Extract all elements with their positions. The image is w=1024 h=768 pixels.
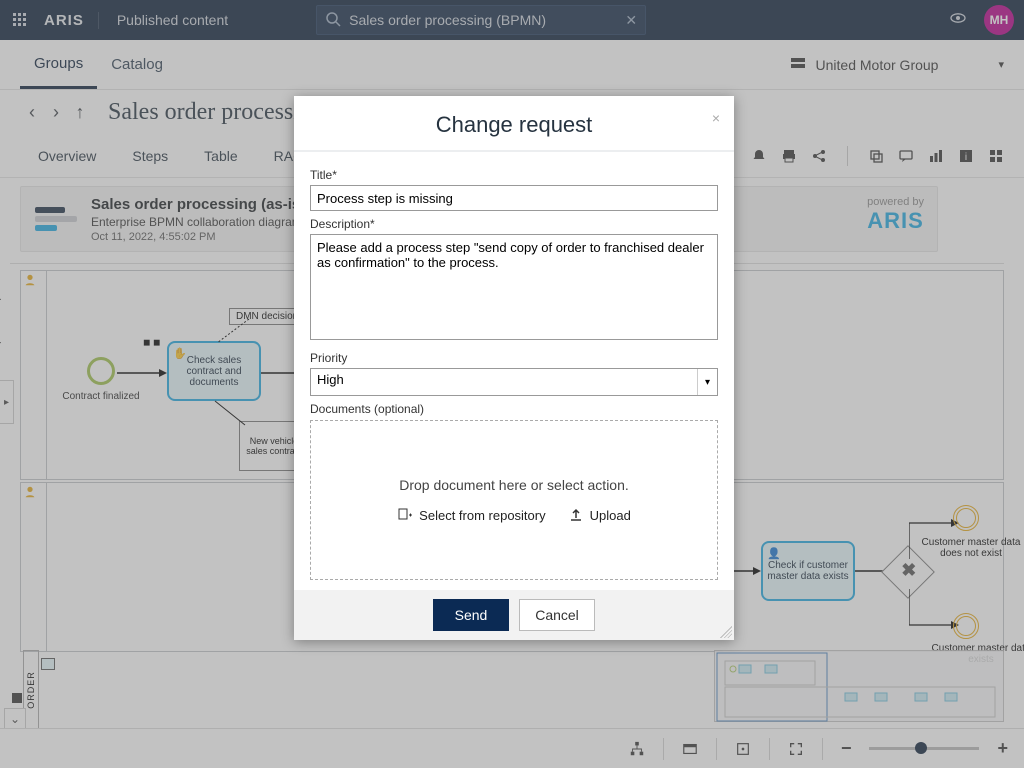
title-input[interactable] <box>310 185 718 211</box>
modal-title: Change request <box>436 112 593 137</box>
title-field-label: Title* <box>310 168 718 182</box>
dropzone-text: Drop document here or select action. <box>399 477 629 493</box>
repository-icon <box>397 507 413 523</box>
documents-field-label: Documents (optional) <box>310 402 718 416</box>
change-request-modal: Change request × Title* Description* Pri… <box>294 96 734 640</box>
priority-value: High <box>317 372 344 387</box>
upload-button[interactable]: Upload <box>568 507 631 523</box>
description-field-label: Description* <box>310 217 718 231</box>
priority-select[interactable]: High ▾ <box>310 368 718 396</box>
select-from-repository-button[interactable]: Select from repository <box>397 507 545 523</box>
cancel-button[interactable]: Cancel <box>519 599 595 631</box>
send-button[interactable]: Send <box>433 599 509 631</box>
chevron-down-icon: ▾ <box>697 369 717 395</box>
documents-dropzone[interactable]: Drop document here or select action. Sel… <box>310 420 718 580</box>
resize-handle-icon[interactable] <box>720 626 732 638</box>
modal-close-icon[interactable]: × <box>712 110 720 126</box>
description-textarea[interactable] <box>310 234 718 340</box>
priority-field-label: Priority <box>310 351 718 365</box>
upload-icon <box>568 507 584 523</box>
